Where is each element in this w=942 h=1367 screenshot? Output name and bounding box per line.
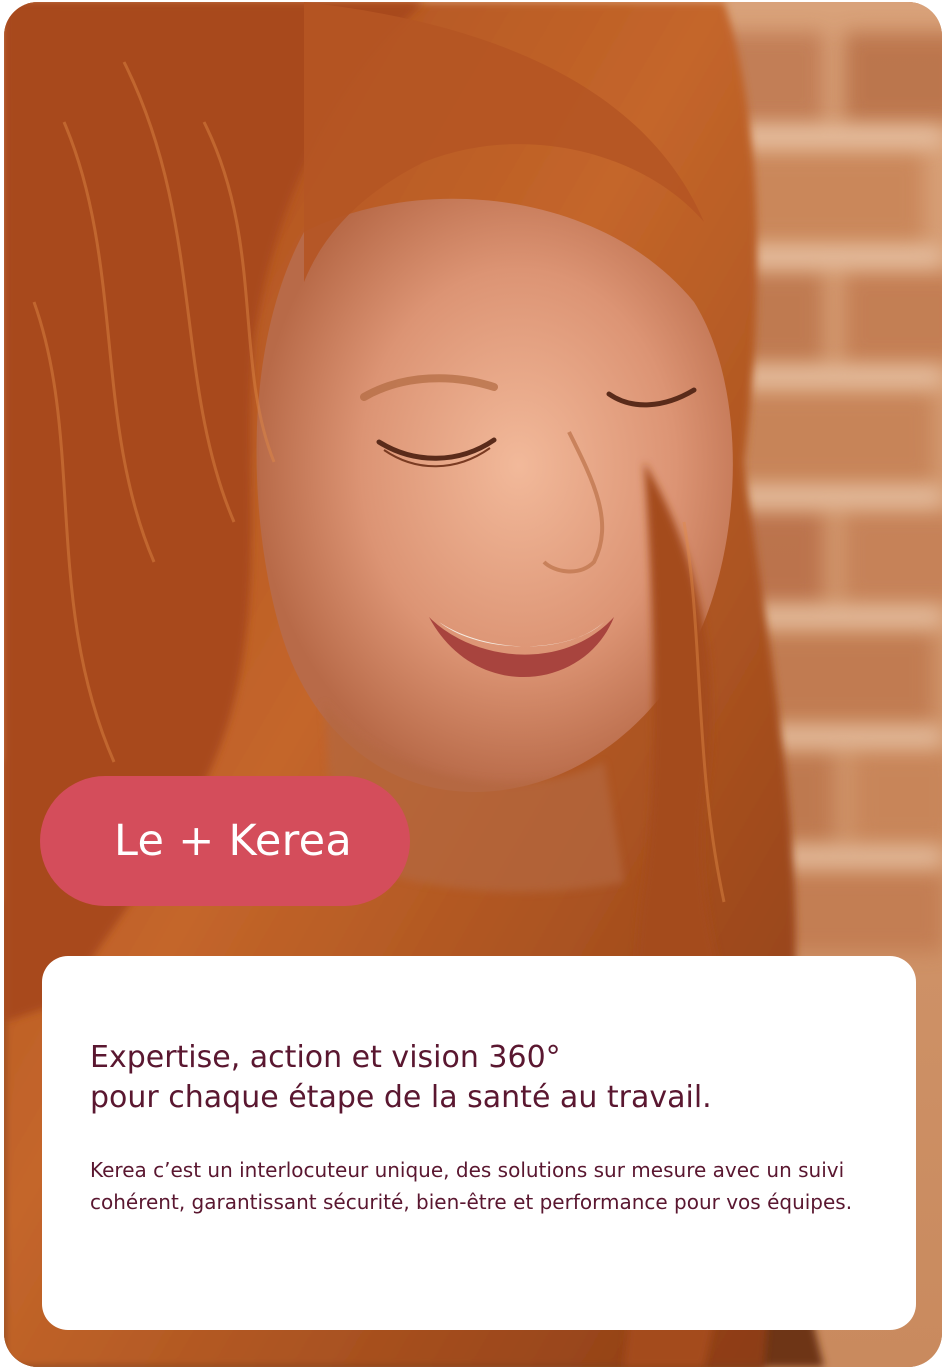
- hero-card: Le + Kerea Expertise, action et vision 3…: [4, 2, 942, 1367]
- headline-line-1: Expertise, action et vision 360°: [90, 1040, 561, 1075]
- description-text: Kerea c’est un interlocuteur unique, des…: [90, 1158, 853, 1214]
- info-panel: Expertise, action et vision 360° pour ch…: [42, 956, 916, 1330]
- badge-label: Le + Kerea: [114, 816, 353, 866]
- headline: Expertise, action et vision 360° pour ch…: [90, 1038, 876, 1118]
- highlight-badge: Le + Kerea: [40, 776, 410, 906]
- headline-line-2: pour chaque étape de la santé au travail…: [90, 1080, 712, 1115]
